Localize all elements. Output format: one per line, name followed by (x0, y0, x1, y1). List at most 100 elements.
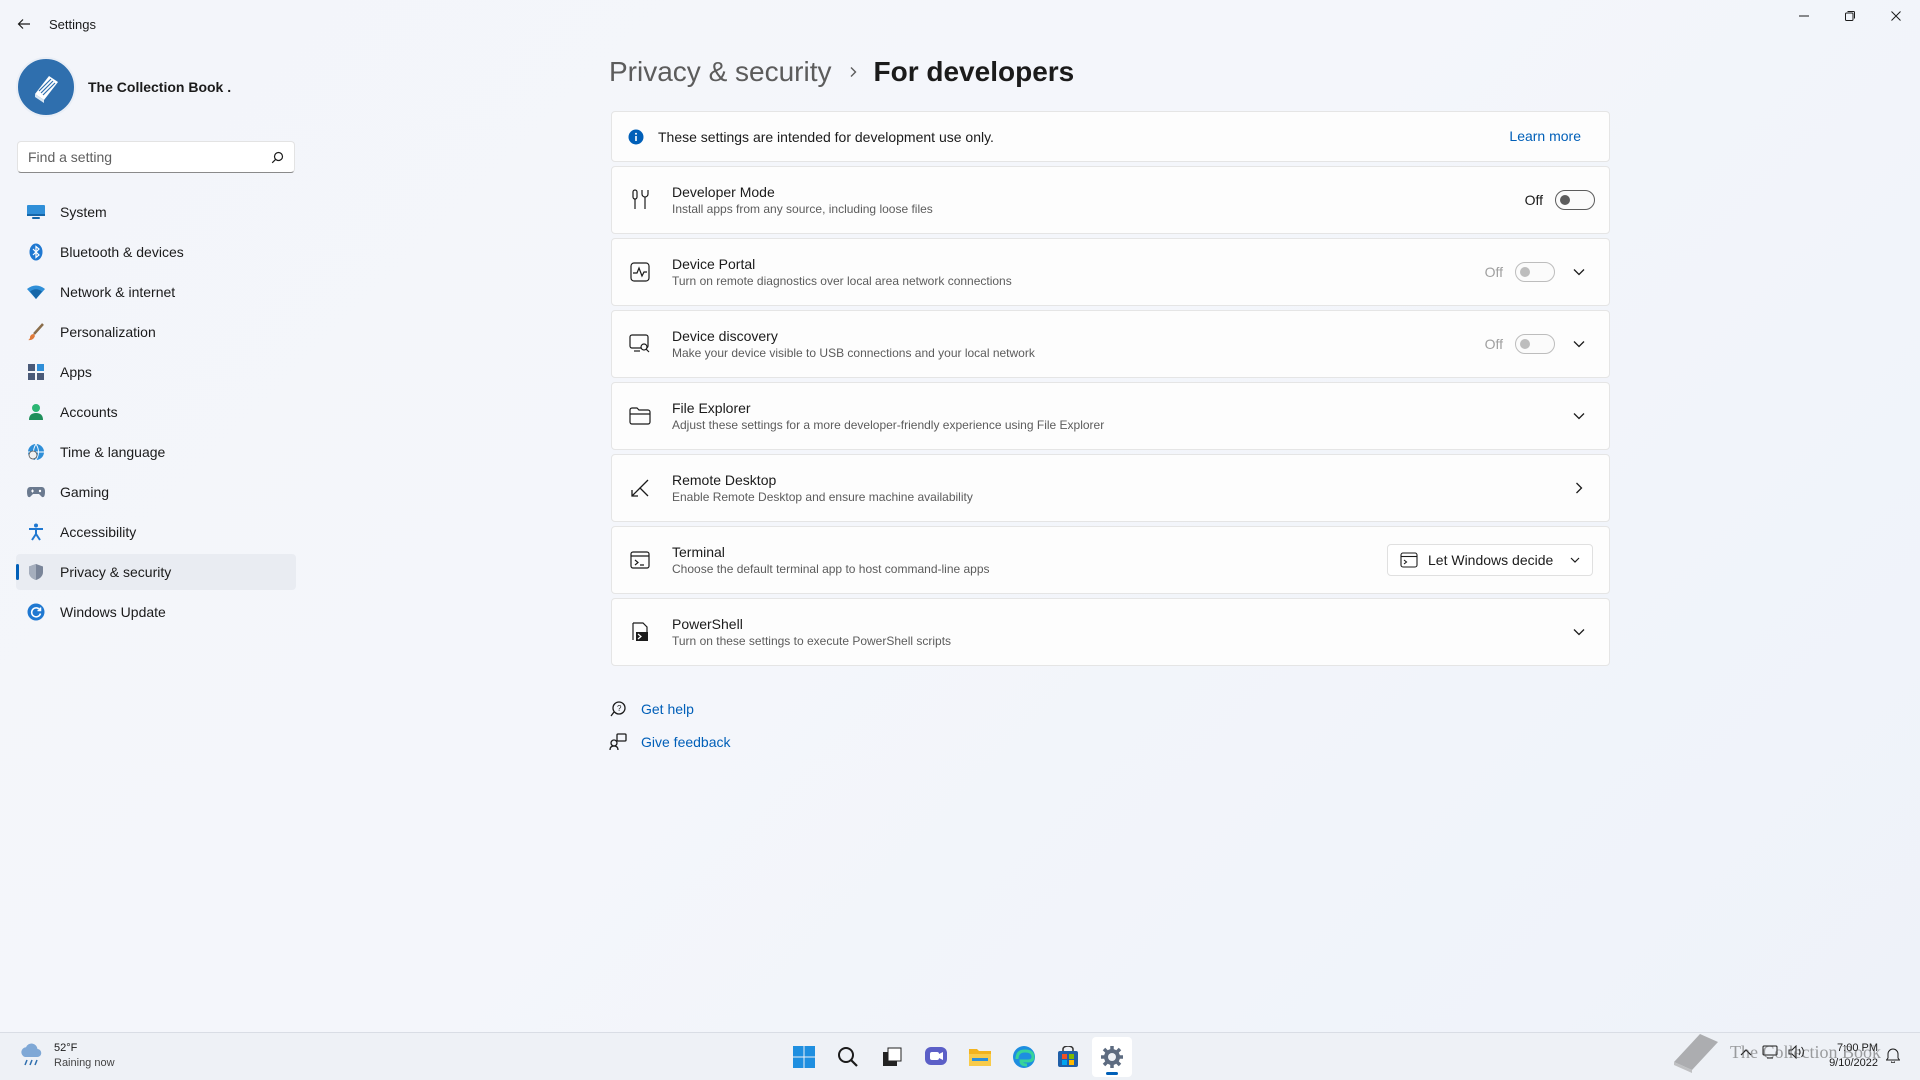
sidebar-item-label: System (60, 204, 107, 220)
get-help-link[interactable]: ? Get help (609, 699, 731, 719)
setting-title: Remote Desktop (672, 472, 777, 488)
powershell-icon (628, 620, 652, 644)
pulse-icon (628, 260, 652, 284)
book-icon (16, 57, 76, 117)
brush-icon (26, 322, 46, 342)
setting-title: Device Portal (672, 256, 756, 272)
setting-description: Turn on these settings to execute PowerS… (672, 634, 952, 648)
terminal-app-dropdown[interactable]: Let Windows decide (1387, 544, 1593, 576)
get-help-label: Get help (641, 701, 694, 717)
restore-icon[interactable] (1827, 0, 1873, 32)
sidebar-item-label: Accounts (60, 404, 118, 420)
chevron-down-icon[interactable] (1563, 400, 1595, 432)
developer-mode-toggle[interactable] (1555, 190, 1595, 210)
sidebar-item-label: Time & language (60, 444, 166, 460)
sidebar-item-accessibility[interactable]: Accessibility (16, 514, 296, 550)
setting-title: PowerShell (672, 616, 743, 632)
edge-icon[interactable] (1004, 1037, 1044, 1077)
search-input[interactable] (28, 149, 258, 165)
device-portal-toggle[interactable] (1515, 262, 1555, 282)
toggle-state-label: Off (1484, 264, 1503, 280)
help-icon: ? (609, 700, 627, 718)
chevron-right-icon (848, 66, 858, 78)
setting-device-discovery[interactable]: Device discovery Make your device visibl… (611, 310, 1610, 378)
learn-more-link[interactable]: Learn more (1509, 128, 1581, 144)
sidebar-item-apps[interactable]: Apps (16, 354, 296, 390)
settings-icon[interactable] (1092, 1037, 1132, 1077)
minimize-icon[interactable] (1781, 0, 1827, 32)
sidebar-item-time-language[interactable]: Time & language (16, 434, 296, 470)
setting-remote-desktop[interactable]: Remote Desktop Enable Remote Desktop and… (611, 454, 1610, 522)
breadcrumb: Privacy & security For developers (609, 56, 1074, 88)
watermark-text: The Collection Book (1730, 1041, 1881, 1062)
window-title: Settings (49, 17, 96, 32)
info-icon (628, 129, 644, 145)
sidebar-item-label: Personalization (60, 324, 156, 340)
sidebar-item-network[interactable]: Network & internet (16, 274, 296, 310)
setting-description: Enable Remote Desktop and ensure machine… (672, 490, 973, 504)
setting-title: Developer Mode (672, 184, 775, 200)
give-feedback-link[interactable]: Give feedback (609, 732, 731, 752)
device-search-icon (628, 332, 652, 356)
weather-widget[interactable]: 52°F Raining now (18, 1041, 115, 1071)
sidebar-item-label: Gaming (60, 484, 110, 500)
toggle-state-label: Off (1524, 192, 1543, 208)
store-icon[interactable] (1048, 1037, 1088, 1077)
search-box[interactable] (17, 141, 295, 173)
setting-title: Terminal (672, 544, 725, 560)
setting-file-explorer[interactable]: File Explorer Adjust these settings for … (611, 382, 1610, 450)
sidebar-item-label: Accessibility (60, 524, 137, 540)
chevron-down-icon[interactable] (1563, 616, 1595, 648)
watermark-book-icon (1670, 1030, 1722, 1074)
terminal-icon (628, 548, 652, 572)
device-discovery-toggle[interactable] (1515, 334, 1555, 354)
close-icon[interactable] (1873, 0, 1919, 32)
shield-icon (26, 562, 46, 582)
file-explorer-icon[interactable] (960, 1037, 1000, 1077)
search-icon[interactable] (828, 1037, 868, 1077)
sidebar-item-windows-update[interactable]: Windows Update (16, 594, 296, 630)
task-view-icon[interactable] (872, 1037, 912, 1077)
setting-powershell[interactable]: PowerShell Turn on these settings to exe… (611, 598, 1610, 666)
rain-cloud-icon (18, 1043, 44, 1069)
toggle-state-label: Off (1484, 336, 1503, 352)
weather-temp: 52°F (54, 1042, 78, 1054)
sidebar-item-gaming[interactable]: Gaming (16, 474, 296, 510)
setting-description: Adjust these settings for a more develop… (672, 418, 1105, 432)
account-icon (26, 402, 46, 422)
breadcrumb-parent[interactable]: Privacy & security (609, 56, 832, 88)
sidebar-item-label: Network & internet (60, 284, 176, 300)
chevron-down-icon[interactable] (1563, 328, 1595, 360)
setting-description: Turn on remote diagnostics over local ar… (672, 274, 1012, 288)
sidebar-item-personalization[interactable]: Personalization (16, 314, 296, 350)
chevron-right-icon[interactable] (1563, 472, 1595, 504)
user-profile[interactable]: The Collection Book . (16, 57, 231, 117)
setting-device-portal[interactable]: Device Portal Turn on remote diagnostics… (611, 238, 1610, 306)
notification-icon[interactable] (1886, 1047, 1900, 1063)
sidebar-item-label: Privacy & security (60, 564, 172, 580)
taskbar: 52°F Raining now 7:00 PM 9/10/2022 (0, 1032, 1920, 1080)
terminal-app-icon (1400, 552, 1418, 568)
chevron-down-icon (1570, 557, 1580, 563)
give-feedback-label: Give feedback (641, 734, 731, 750)
sidebar-item-label: Windows Update (60, 604, 166, 620)
title-bar: Settings (0, 0, 1920, 48)
sidebar-item-accounts[interactable]: Accounts (16, 394, 296, 430)
back-arrow-icon[interactable] (14, 14, 34, 34)
weather-desc: Raining now (54, 1057, 115, 1069)
sidebar-item-system[interactable]: System (16, 194, 296, 230)
page-title: For developers (873, 56, 1075, 87)
chat-icon[interactable] (916, 1037, 956, 1077)
chevron-down-icon[interactable] (1563, 256, 1595, 288)
folder-icon (628, 404, 652, 428)
windows-start-icon[interactable] (784, 1037, 824, 1077)
wifi-icon (26, 282, 46, 302)
svg-text:?: ? (617, 704, 622, 713)
sidebar-item-bluetooth[interactable]: Bluetooth & devices (16, 234, 296, 270)
search-icon[interactable] (271, 151, 284, 164)
setting-description: Make your device visible to USB connecti… (672, 346, 1035, 360)
watermark: The Collection Book (1670, 1030, 1881, 1074)
setting-developer-mode: Developer Mode Install apps from any sou… (611, 166, 1610, 234)
sidebar-item-privacy-security[interactable]: Privacy & security (16, 554, 296, 590)
accessibility-icon (26, 522, 46, 542)
